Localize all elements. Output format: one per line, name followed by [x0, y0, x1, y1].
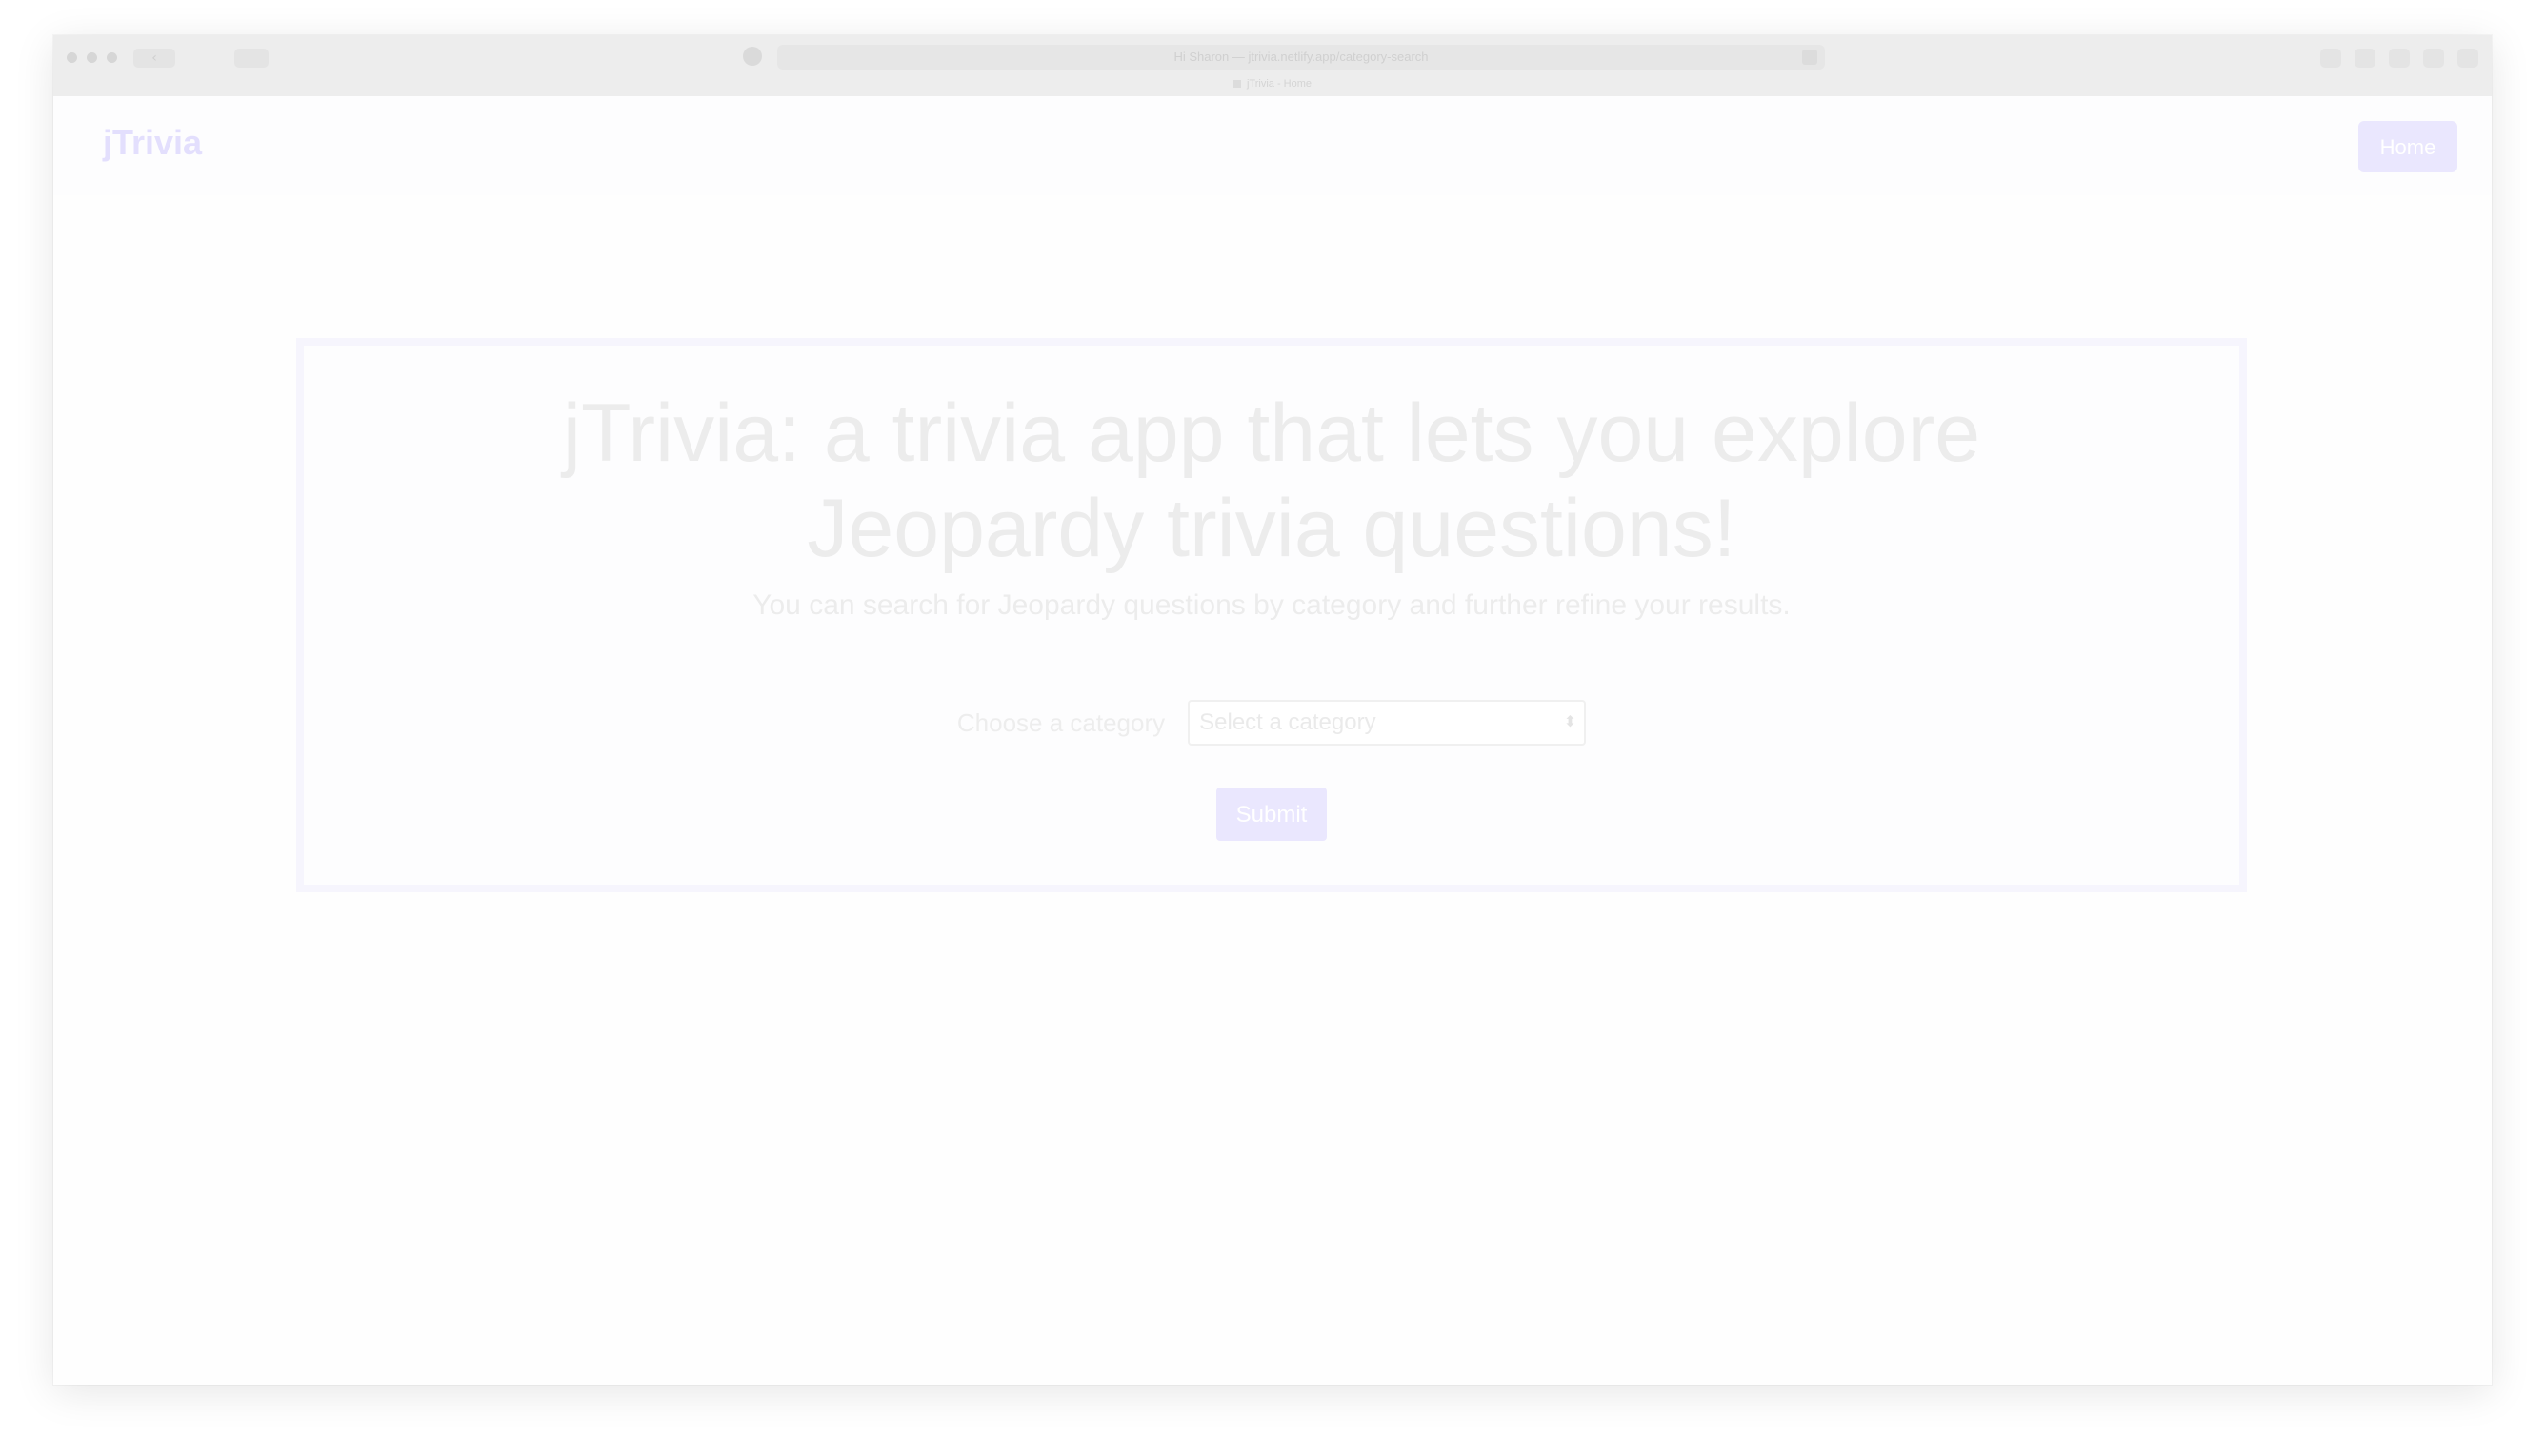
page-subtitle: You can search for Jeopardy questions by…: [752, 589, 1791, 621]
tabs-overview-icon[interactable]: [2457, 49, 2478, 68]
history-nav: ‹: [133, 49, 175, 68]
brand-logo[interactable]: jTrivia: [103, 123, 202, 163]
favicon-icon: [1232, 80, 1241, 89]
category-select[interactable]: Select a category ⬍: [1188, 700, 1587, 746]
extension-icon[interactable]: [2355, 49, 2375, 68]
browser-chrome: ‹ Hi Sharon — jtrivia.netlify.app/catego…: [53, 35, 2492, 97]
page-title: jTrivia: a trivia app that lets you expl…: [304, 386, 2239, 576]
submit-button[interactable]: Submit: [1216, 788, 1327, 841]
home-button[interactable]: Home: [2358, 121, 2457, 172]
shield-icon[interactable]: [743, 47, 762, 66]
window-controls: [67, 52, 117, 63]
page-title-line-2: Jeopardy trivia questions!: [807, 483, 1736, 574]
category-select-value: Select a category: [1199, 709, 1376, 735]
maximize-window-button[interactable]: [107, 52, 117, 63]
browser-toolbar-right: [2320, 49, 2478, 68]
category-form-row: Choose a category Select a category ⬍: [304, 700, 2239, 746]
hero-card: jTrivia: a trivia app that lets you expl…: [296, 338, 2247, 892]
download-icon[interactable]: [2423, 49, 2444, 68]
sidebar-toggle-button[interactable]: [234, 49, 269, 68]
address-bar-text: Hi Sharon — jtrivia.netlify.app/category…: [1173, 50, 1429, 64]
tab-title[interactable]: jTrivia - Home: [1247, 78, 1312, 90]
minimize-window-button[interactable]: [87, 52, 97, 63]
chevron-left-icon: ‹: [151, 50, 157, 66]
back-button[interactable]: ‹: [133, 49, 175, 68]
close-window-button[interactable]: [67, 52, 77, 63]
reload-icon[interactable]: [1802, 50, 1817, 65]
extension-icon[interactable]: [2389, 49, 2410, 68]
site-navbar: jTrivia Home: [53, 96, 2492, 195]
page-title-line-1: jTrivia: a trivia app that lets you expl…: [562, 388, 1981, 479]
share-icon[interactable]: [2320, 49, 2341, 68]
tab-bar: jTrivia - Home: [53, 73, 2492, 94]
browser-window: ‹ Hi Sharon — jtrivia.netlify.app/catego…: [53, 35, 2492, 1385]
category-label: Choose a category: [956, 708, 1166, 737]
address-bar[interactable]: Hi Sharon — jtrivia.netlify.app/category…: [777, 45, 1825, 70]
select-arrows-icon: ⬍: [1563, 714, 1577, 730]
